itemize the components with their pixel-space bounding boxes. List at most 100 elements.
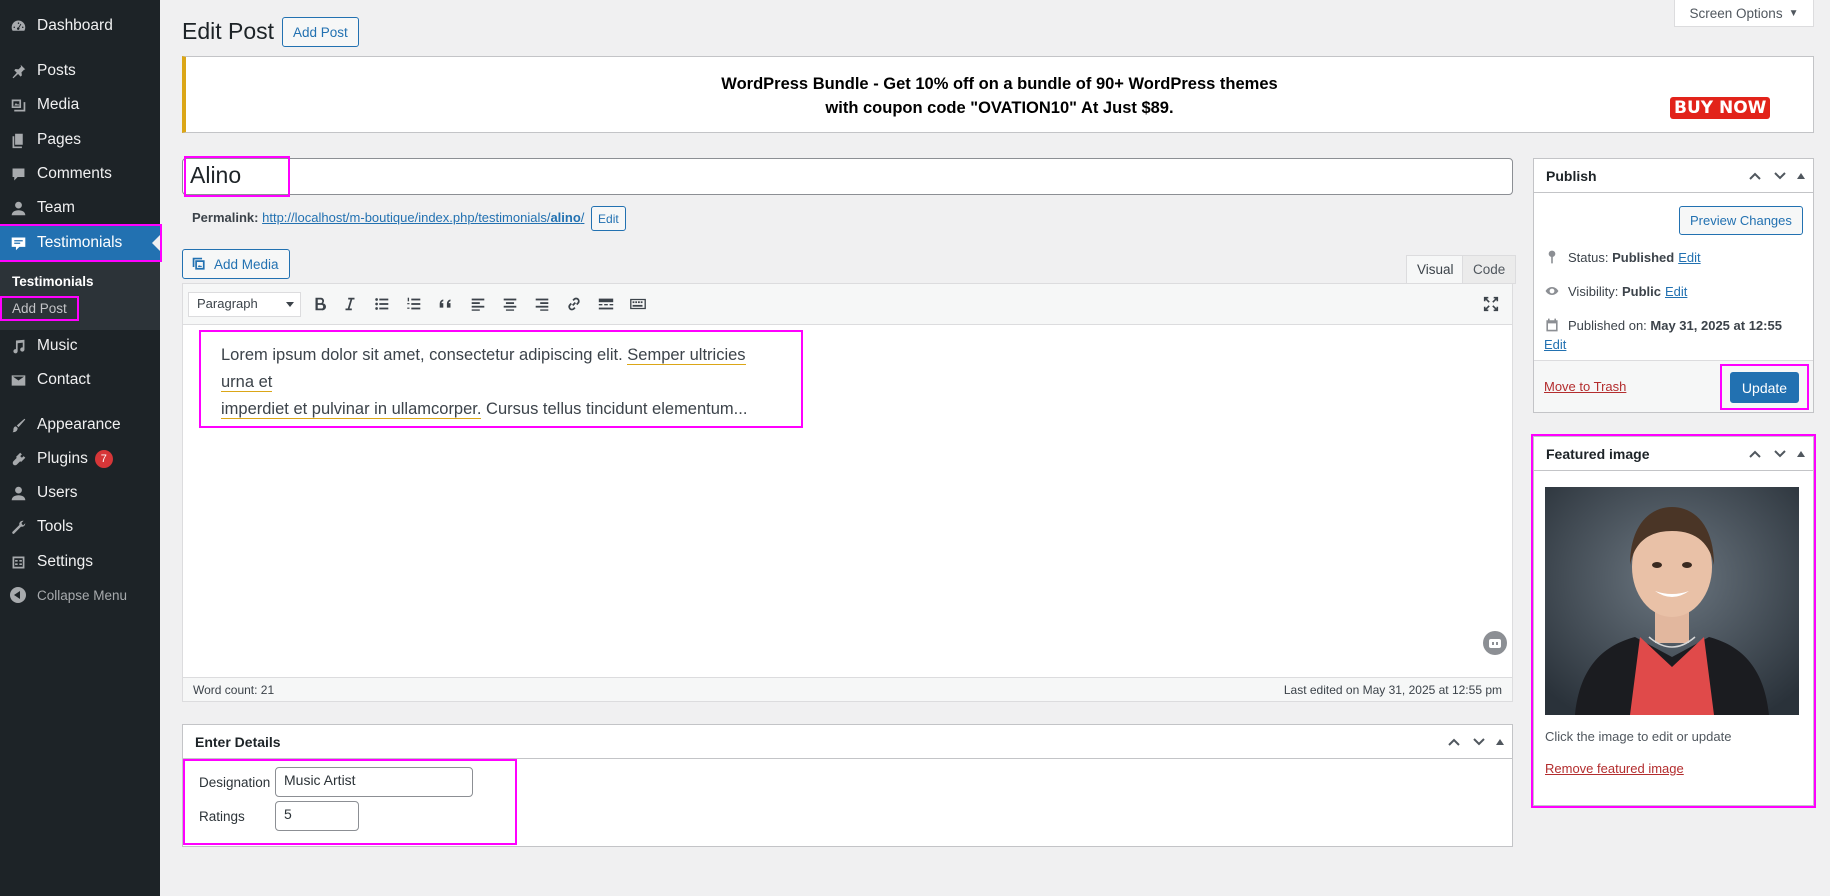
ratings-label: Ratings [199,809,245,824]
pin-icon [1548,250,1556,264]
promo-line-1: WordPress Bundle - Get 10% off on a bund… [721,75,1278,93]
remove-featured-image-link[interactable]: Remove featured image [1545,761,1684,776]
italic-button[interactable] [339,293,361,315]
sidebar-item-contact[interactable]: Contact [0,363,160,397]
chevron-up-icon[interactable] [1446,734,1462,750]
sidebar-item-settings[interactable]: Settings [0,545,160,579]
wrench-icon [10,519,27,536]
move-to-trash-link[interactable]: Move to Trash [1544,379,1626,394]
mail-icon [10,372,27,389]
collapse-menu-button[interactable]: Collapse Menu [0,578,160,612]
sidebar-item-dashboard[interactable]: Dashboard [0,9,160,43]
word-count: Word count: 21 [193,682,275,697]
sidebar-item-testimonials[interactable]: Testimonials [0,224,162,262]
add-media-button[interactable]: Add Media [182,249,290,279]
read-more-button[interactable] [595,293,617,315]
align-left-button[interactable] [467,293,489,315]
enter-details-title: Enter Details [195,733,281,750]
permalink-link[interactable]: http://localhost/m-boutique/index.php/te… [262,210,584,225]
tab-code[interactable]: Code [1462,255,1517,284]
sidebar-item-pages[interactable]: Pages [0,123,160,157]
insert-link-button[interactable] [563,293,585,315]
screen-options-label: Screen Options [1689,5,1783,21]
sidebar-item-media[interactable]: Media [0,88,160,122]
sidebar-item-tools[interactable]: Tools [0,510,160,544]
format-select[interactable]: Paragraph [188,292,301,317]
ratings-input[interactable]: 5 [275,801,359,831]
format-select-value: Paragraph [197,296,258,311]
chevron-up-icon[interactable] [1747,446,1763,462]
post-title-value[interactable]: Alino [184,156,290,197]
post-title-input[interactable] [182,158,1513,195]
quote-icon [439,299,451,308]
sidebar-item-plugins[interactable]: Plugins 7 [0,442,160,476]
sidebar-item-label: Dashboard [37,17,113,34]
keyboard-icon [630,298,646,310]
align-center-button[interactable] [499,293,521,315]
featured-image-box: Featured image Click the image to edit o… [1531,434,1816,808]
sidebar-item-label: Settings [37,553,94,570]
promo-text: WordPress Bundle - Get 10% off on a bund… [186,72,1813,120]
content-editor: Paragraph Lorem ipsum dolor sit amet, co… [182,283,1513,702]
fullscreen-button[interactable] [1480,293,1502,315]
testimonials-submenu: Testimonials Add Post [0,262,160,330]
submenu-item-add-post[interactable]: Add Post [0,296,79,321]
preview-changes-button[interactable]: Preview Changes [1679,206,1803,235]
designation-input[interactable]: Music Artist [275,767,473,797]
eye-icon [1545,287,1559,295]
permalink-slug: alino [550,209,581,225]
toggle-panel-icon[interactable] [1496,739,1504,745]
permalink-edit-button[interactable]: Edit [591,206,626,231]
post-content[interactable]: Lorem ipsum dolor sit amet, consectetur … [199,330,803,428]
add-media-label: Add Media [214,256,279,272]
last-edited: Last edited on May 31, 2025 at 12:55 pm [1283,682,1502,697]
status-edit-link[interactable]: Edit [1678,250,1700,265]
screen-options-button[interactable]: Screen Options ▼ [1674,0,1814,27]
fullscreen-icon [1483,296,1499,312]
bold-button[interactable] [309,293,331,315]
blockquote-button[interactable] [435,293,457,315]
toggle-panel-icon[interactable] [1797,451,1805,457]
featured-image[interactable] [1545,487,1799,715]
chevron-down-icon[interactable] [1772,168,1788,184]
align-left-icon [471,298,485,311]
permalink-label: Permalink: [192,209,259,225]
numbered-list-button[interactable] [403,293,425,315]
sidebar-item-label: Contact [37,371,91,388]
submenu-item-testimonials[interactable]: Testimonials [12,274,94,289]
chevron-down-icon[interactable] [1772,446,1788,462]
tab-visual[interactable]: Visual [1406,255,1465,284]
sidebar-item-posts[interactable]: Posts [0,54,160,88]
assistant-bot-icon[interactable] [1483,631,1507,655]
align-right-button[interactable] [531,293,553,315]
chevron-up-icon[interactable] [1747,168,1763,184]
sidebar-item-appearance[interactable]: Appearance [0,408,160,442]
details-fields: Designation Music Artist Ratings 5 [183,759,517,845]
published-value: May 31, 2025 at 12:55 [1650,317,1782,333]
status-label: Status: [1568,249,1609,265]
sidebar-item-music[interactable]: Music [0,329,160,363]
settings-icon [10,554,27,571]
visibility-edit-link[interactable]: Edit [1665,284,1687,299]
visibility-value: Public [1621,283,1661,299]
bullet-list-button[interactable] [371,293,393,315]
buy-now-button[interactable]: BUY NOW [1670,97,1771,119]
visibility-row: Visibility: Public Edit [1544,283,1687,299]
update-button[interactable]: Update [1730,372,1799,403]
sidebar-item-team[interactable]: Team [0,191,160,225]
permalink-end: / [580,209,585,225]
editor-statusbar: Word count: 21 Last edited on May 31, 20… [183,677,1512,701]
published-edit-link[interactable]: Edit [1544,337,1566,352]
toolbar-toggle-button[interactable] [627,293,649,315]
visibility-label: Visibility: [1568,283,1619,299]
update-highlight: Update [1720,364,1809,410]
testimonial-icon [10,235,27,252]
featured-image-header: Featured image [1534,437,1813,471]
add-post-button[interactable]: Add Post [282,17,359,47]
sidebar-item-users[interactable]: Users [0,476,160,510]
toggle-panel-icon[interactable] [1797,173,1805,179]
sidebar-item-label: Tools [37,518,74,535]
sidebar-item-comments[interactable]: Comments [0,157,160,191]
portrait-photo [1545,487,1799,715]
chevron-down-icon[interactable] [1471,734,1487,750]
